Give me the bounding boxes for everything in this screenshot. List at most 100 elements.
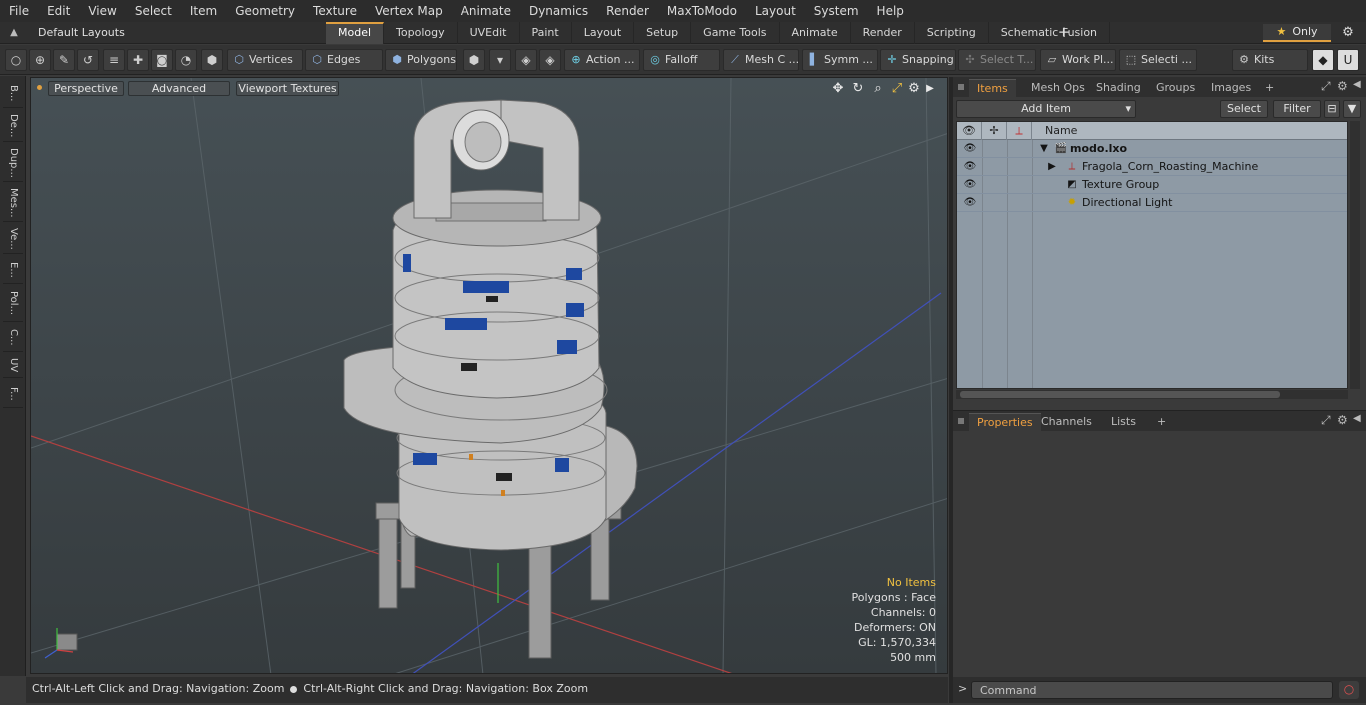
menu-vertex-map[interactable]: Vertex Map (366, 0, 452, 22)
lock-column-icon[interactable]: ✢ (982, 122, 1007, 140)
lasso-icon[interactable]: ↺ (77, 49, 99, 71)
symmetry-shield-icon[interactable]: ◈ (515, 49, 537, 71)
tab-curve[interactable]: C... (3, 324, 23, 352)
snapping-button[interactable]: ✛ Snapping (880, 49, 956, 71)
panel-arrow-icon[interactable]: ◀ (1353, 413, 1361, 424)
pen-icon[interactable]: ✎ (53, 49, 75, 71)
tab-fusion[interactable]: F... (3, 380, 23, 408)
item-row-light[interactable]: 👁 ✹ Directional Light (957, 194, 1347, 212)
tab-paint[interactable]: Paint (520, 22, 572, 44)
perspective-button[interactable]: Perspective (48, 81, 124, 96)
tab-mesh-edit[interactable]: Mes... (3, 184, 23, 222)
menu-animate[interactable]: Animate (452, 0, 520, 22)
tab-scripting[interactable]: Scripting (915, 22, 989, 44)
unreal-icon[interactable]: U (1337, 49, 1359, 71)
collapse-arrow-icon[interactable]: ▶ (1045, 158, 1059, 175)
viewport-gear-icon[interactable]: ⚙ (906, 81, 922, 97)
funnel-icon[interactable]: ▼ (1343, 100, 1361, 118)
tab-properties[interactable]: Properties (969, 413, 1041, 431)
menu-geometry[interactable]: Geometry (226, 0, 304, 22)
tab-model[interactable]: Model (326, 22, 385, 44)
scrollbar-thumb[interactable] (960, 391, 1280, 398)
menu-system[interactable]: System (805, 0, 868, 22)
tab-layout[interactable]: Layout (572, 22, 635, 44)
panel-arrow-icon[interactable]: ◀ (1353, 79, 1361, 90)
menu-help[interactable]: Help (868, 0, 913, 22)
action-center-button[interactable]: ⊕ Action ... (564, 49, 640, 71)
panel-gear-icon[interactable]: ⚙ (1337, 79, 1348, 93)
tab-render[interactable]: Render (851, 22, 915, 44)
move-view-icon[interactable]: ✥ (830, 81, 846, 97)
tab-images[interactable]: Images (1203, 79, 1259, 97)
type-column-icon[interactable]: ⟂ (1007, 122, 1032, 140)
menu-render[interactable]: Render (597, 0, 658, 22)
maximize-icon[interactable]: ⤢ (889, 81, 905, 97)
add-item-button[interactable]: Add Item ▾ (956, 100, 1136, 118)
material-icon[interactable]: ◔ (175, 49, 197, 71)
tab-topology[interactable]: Topology (384, 22, 458, 44)
vertices-button[interactable]: ⬡ Vertices (227, 49, 303, 71)
menu-file[interactable]: File (0, 0, 38, 22)
menu-maxtomodo[interactable]: MaxToModo (658, 0, 746, 22)
cube-icon[interactable]: ⬢ (463, 49, 485, 71)
3d-viewport[interactable]: Perspective Advanced Viewport Textures ✥… (30, 77, 948, 674)
item-mode-icon[interactable]: ⬢ (201, 49, 223, 71)
tab-game-tools[interactable]: Game Tools (691, 22, 780, 44)
tab-mesh-ops[interactable]: Mesh Ops (1023, 79, 1093, 97)
mesh-constraint-button[interactable]: ⟋ Mesh C ... (723, 49, 799, 71)
viewport-textures-button[interactable]: Viewport Textures (236, 81, 339, 96)
layout-select[interactable]: Default Layouts ▾ (30, 24, 130, 57)
menu-item[interactable]: Item (181, 0, 226, 22)
visibility-eye-icon[interactable]: 👁 (962, 140, 978, 157)
circle-select-icon[interactable]: ○ (5, 49, 27, 71)
menu-view[interactable]: View (79, 0, 125, 22)
tab-basic[interactable]: B... (3, 80, 23, 108)
add-panel-tab-icon[interactable]: + (1149, 413, 1174, 431)
menu-select[interactable]: Select (126, 0, 181, 22)
expand-arrow-icon[interactable]: ▲ (6, 25, 22, 41)
menu-dynamics[interactable]: Dynamics (520, 0, 597, 22)
name-column-header[interactable]: Name (1033, 122, 1343, 140)
tab-duplicate[interactable]: Dup... (3, 144, 23, 182)
tab-animate[interactable]: Animate (780, 22, 851, 44)
globe-icon[interactable]: ⊕ (29, 49, 51, 71)
panel-menu-icon[interactable] (958, 418, 964, 424)
symmetry-button[interactable]: ▌ Symm ... (802, 49, 878, 71)
item-row-texture-group[interactable]: 👁 ◩ Texture Group (957, 176, 1347, 194)
tab-lists[interactable]: Lists (1103, 413, 1144, 431)
menu-layout[interactable]: Layout (746, 0, 805, 22)
record-icon[interactable]: ○ (1339, 681, 1359, 699)
expand-arrow-icon[interactable]: ▼ (1037, 140, 1051, 157)
panel-menu-icon[interactable] (958, 84, 964, 90)
tab-shading[interactable]: Shading (1088, 79, 1149, 97)
kits-button[interactable]: ⚙ Kits (1232, 49, 1308, 71)
item-row-mesh[interactable]: 👁 ▶ ⟂ Fragola_Corn_Roasting_Machine (957, 158, 1347, 176)
add-panel-tab-icon[interactable]: + (1257, 79, 1282, 97)
align-icon[interactable]: ≡ (103, 49, 125, 71)
tab-items[interactable]: Items (969, 79, 1016, 97)
unity-icon[interactable]: ◆ (1312, 49, 1334, 71)
filter-button[interactable]: Filter (1273, 100, 1321, 118)
element-icon[interactable]: ◙ (151, 49, 173, 71)
tab-groups[interactable]: Groups (1148, 79, 1203, 97)
add-tab-button[interactable]: + (1055, 23, 1073, 43)
only-button[interactable]: ★ Only (1263, 24, 1331, 42)
menu-edit[interactable]: Edit (38, 0, 79, 22)
transform-icon[interactable]: ✚ (127, 49, 149, 71)
item-row-scene[interactable]: 👁 ▼ 🎬 modo.lxo (957, 140, 1347, 158)
collapse-icon[interactable]: ⊟ (1324, 100, 1340, 118)
maximize-panel-icon[interactable]: ⤢ (1321, 79, 1331, 94)
visibility-eye-icon[interactable]: 👁 (962, 176, 978, 193)
visibility-eye-icon[interactable]: 👁 (962, 158, 978, 175)
command-input[interactable] (971, 681, 1333, 699)
tab-channels[interactable]: Channels (1033, 413, 1100, 431)
menu-texture[interactable]: Texture (304, 0, 366, 22)
select-button[interactable]: Select (1220, 100, 1268, 118)
selection-sets-button[interactable]: ⬚ Selecti ... (1119, 49, 1197, 71)
tab-edge[interactable]: E... (3, 256, 23, 284)
tab-schematic-fusion[interactable]: Schematic Fusion (989, 22, 1111, 44)
visibility-eye-icon[interactable]: 👁 (962, 194, 978, 211)
falloff-button[interactable]: ◎ Falloff (643, 49, 720, 71)
items-horizontal-scrollbar[interactable] (956, 390, 1348, 399)
select-through-button[interactable]: ✣ Select T... (958, 49, 1036, 71)
